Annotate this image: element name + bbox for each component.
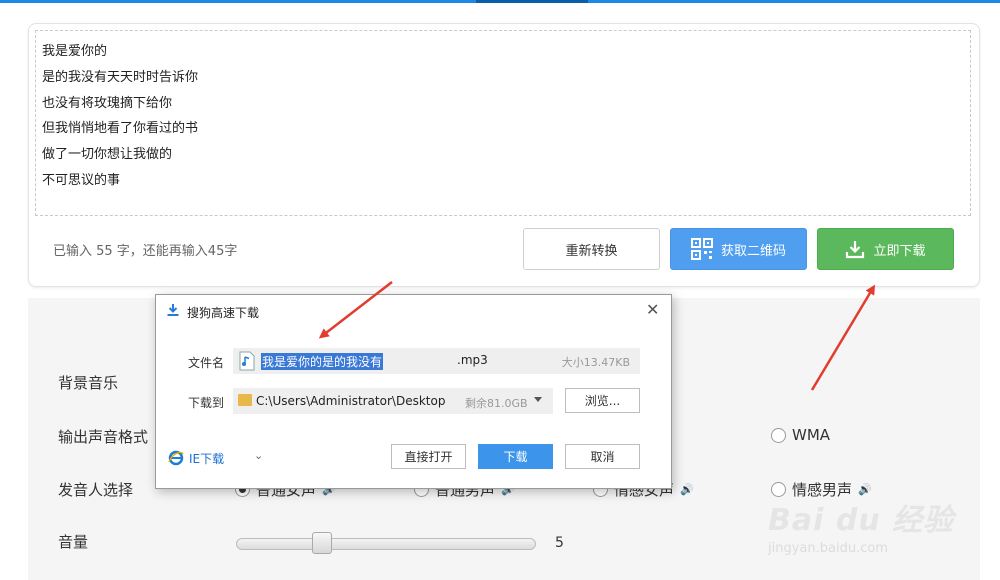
annotation-arrows (318, 281, 876, 391)
watermark-logo: Bai du 经验 (768, 503, 955, 538)
watermark-url: jingyan.baidu.com (768, 541, 888, 556)
annotation-arrow (318, 281, 393, 339)
baidu-jingyan-watermark: Bai du 经验 jingyan.baidu.com (768, 495, 954, 556)
annotation-arrow (810, 284, 876, 391)
